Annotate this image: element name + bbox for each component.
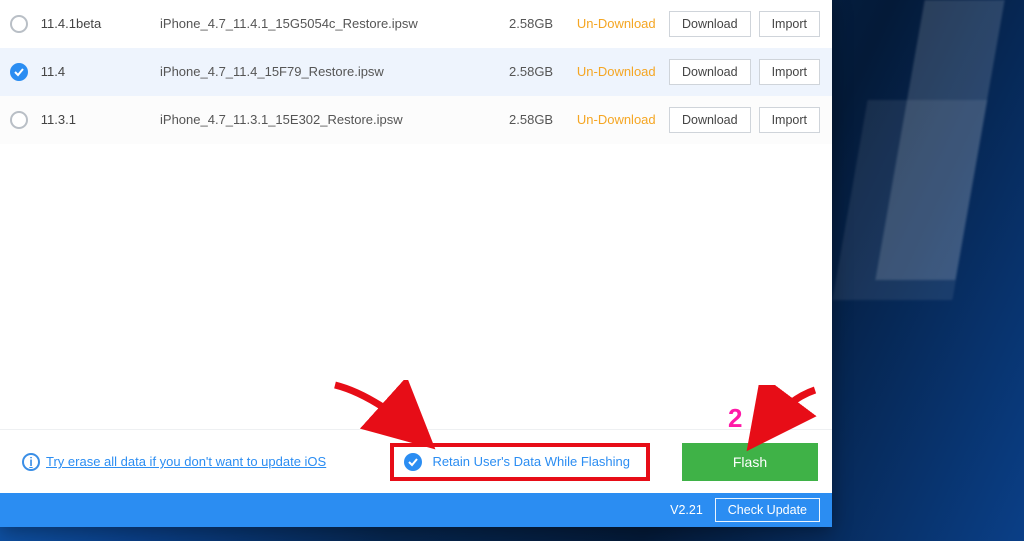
app-window: 11.4.1beta iPhone_4.7_11.4.1_15G5054c_Re… <box>0 0 832 527</box>
version-cell: 11.3.1 <box>39 112 160 127</box>
size-cell: 2.58GB <box>509 16 577 31</box>
size-cell: 2.58GB <box>509 64 577 79</box>
import-button[interactable]: Import <box>759 59 820 85</box>
blank-area <box>0 144 832 429</box>
status-cell: Un-Download <box>577 64 669 79</box>
radio-unchecked-icon[interactable] <box>10 111 28 129</box>
status-cell: Un-Download <box>577 112 669 127</box>
retain-data-label: Retain User's Data While Flashing <box>432 454 630 469</box>
filename-cell: iPhone_4.7_11.3.1_15E302_Restore.ipsw <box>160 112 509 127</box>
action-bar: i Try erase all data if you don't want t… <box>0 429 832 493</box>
flash-button[interactable]: Flash <box>682 443 818 481</box>
table-row[interactable]: 11.3.1 iPhone_4.7_11.3.1_15E302_Restore.… <box>0 96 832 144</box>
download-button[interactable]: Download <box>669 59 751 85</box>
version-cell: 11.4 <box>39 64 160 79</box>
app-version: V2.21 <box>670 503 703 517</box>
filename-cell: iPhone_4.7_11.4_15F79_Restore.ipsw <box>160 64 509 79</box>
footer-bar: V2.21 Check Update <box>0 493 832 527</box>
size-cell: 2.58GB <box>509 112 577 127</box>
checkmark-icon <box>404 453 422 471</box>
annotation-step-number: 2 <box>728 403 742 434</box>
table-row[interactable]: 11.4 iPhone_4.7_11.4_15F79_Restore.ipsw … <box>0 48 832 96</box>
status-cell: Un-Download <box>577 16 669 31</box>
erase-tip-link[interactable]: i Try erase all data if you don't want t… <box>22 453 326 471</box>
firmware-list: 11.4.1beta iPhone_4.7_11.4.1_15G5054c_Re… <box>0 0 832 144</box>
import-button[interactable]: Import <box>759 107 820 133</box>
table-row[interactable]: 11.4.1beta iPhone_4.7_11.4.1_15G5054c_Re… <box>0 0 832 48</box>
version-cell: 11.4.1beta <box>39 16 160 31</box>
filename-cell: iPhone_4.7_11.4.1_15G5054c_Restore.ipsw <box>160 16 509 31</box>
download-button[interactable]: Download <box>669 107 751 133</box>
radio-checked-icon[interactable] <box>10 63 28 81</box>
download-button[interactable]: Download <box>669 11 751 37</box>
retain-data-checkbox[interactable]: Retain User's Data While Flashing <box>390 443 650 481</box>
radio-unchecked-icon[interactable] <box>10 15 28 33</box>
check-update-button[interactable]: Check Update <box>715 498 820 522</box>
info-icon: i <box>22 453 40 471</box>
erase-tip-text: Try erase all data if you don't want to … <box>46 454 326 469</box>
import-button[interactable]: Import <box>759 11 820 37</box>
